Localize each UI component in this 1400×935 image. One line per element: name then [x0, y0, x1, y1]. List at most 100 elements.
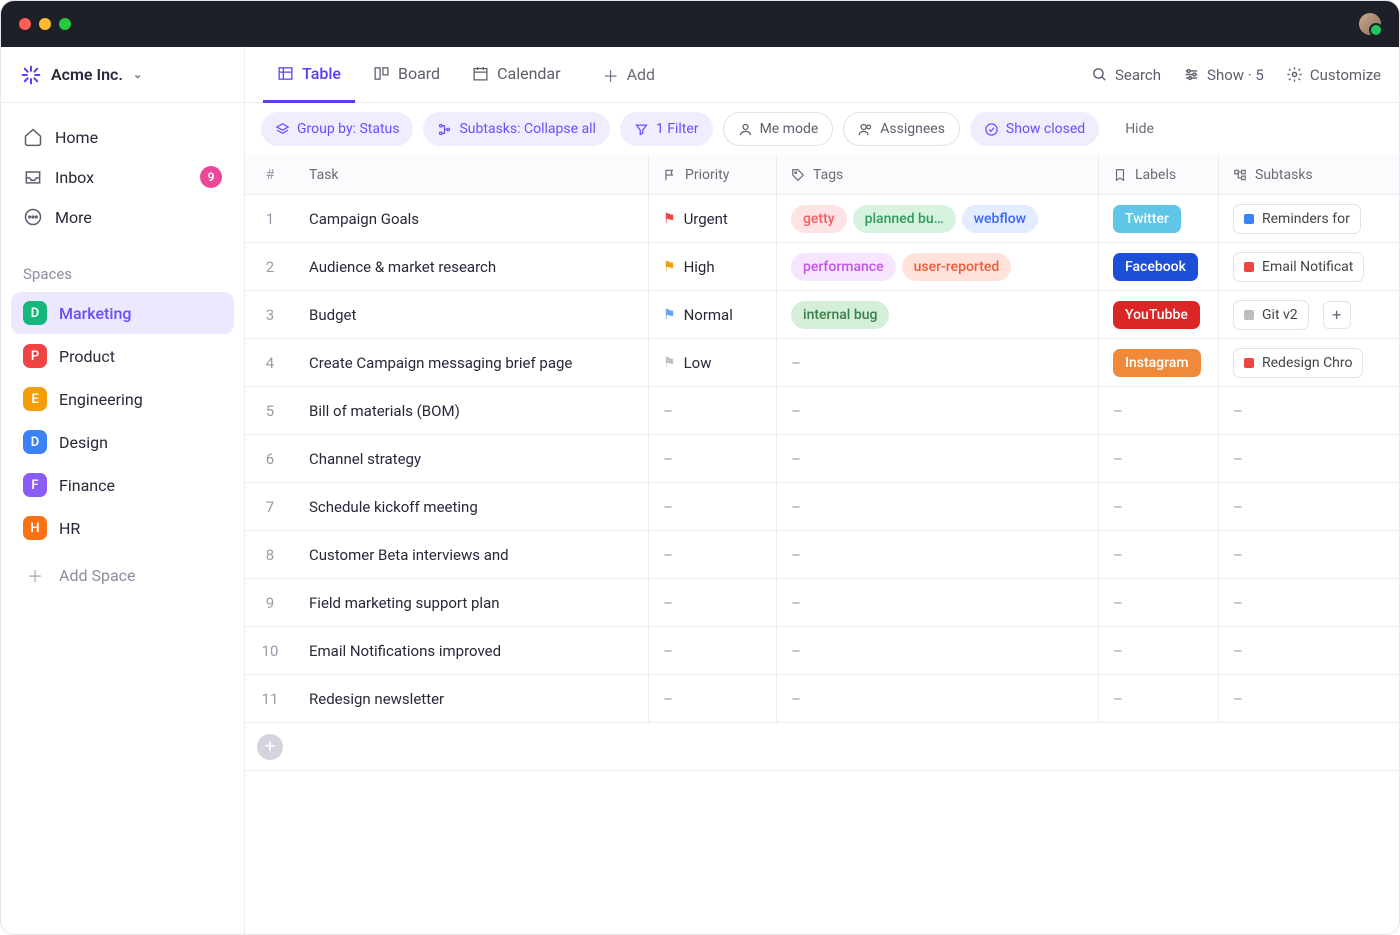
tag[interactable]: performance: [791, 253, 896, 281]
assignees-pill[interactable]: Assignees: [843, 112, 960, 146]
tags-cell[interactable]: –: [777, 387, 1099, 434]
space-item-marketing[interactable]: DMarketing: [11, 292, 234, 334]
tab-board[interactable]: Board: [359, 47, 454, 103]
priority-cell[interactable]: –: [649, 483, 777, 530]
tag[interactable]: planned bu…: [853, 205, 956, 233]
priority-cell[interactable]: –: [649, 579, 777, 626]
col-task[interactable]: Task: [295, 155, 649, 194]
table-row[interactable]: 1Campaign Goals⚑Urgentgetty planned bu… …: [245, 195, 1399, 243]
group-by-pill[interactable]: Group by: Status: [261, 112, 413, 146]
labels-cell[interactable]: –: [1099, 483, 1219, 530]
tag[interactable]: getty: [791, 205, 847, 233]
subtask-chip[interactable]: Git v2: [1233, 300, 1309, 330]
table-row[interactable]: 2Audience & market research⚑Highperforma…: [245, 243, 1399, 291]
labels-cell[interactable]: YouTubbe: [1099, 291, 1219, 338]
table-row[interactable]: 7Schedule kickoff meeting––––: [245, 483, 1399, 531]
subtasks-cell[interactable]: –: [1219, 675, 1399, 722]
labels-cell[interactable]: –: [1099, 675, 1219, 722]
task-name[interactable]: Redesign newsletter: [295, 675, 649, 722]
add-subtask-button[interactable]: +: [1323, 301, 1351, 329]
space-item-hr[interactable]: HHR: [11, 507, 234, 549]
tags-cell[interactable]: –: [777, 531, 1099, 578]
tags-cell[interactable]: –: [777, 435, 1099, 482]
col-labels[interactable]: Labels: [1099, 155, 1219, 194]
table-row[interactable]: 9Field marketing support plan––––: [245, 579, 1399, 627]
task-name[interactable]: Field marketing support plan: [295, 579, 649, 626]
subtask-chip[interactable]: Reminders for: [1233, 204, 1361, 234]
customize-button[interactable]: Customize: [1286, 66, 1381, 84]
tags-cell[interactable]: –: [777, 483, 1099, 530]
tags-cell[interactable]: performance user-reported: [777, 243, 1099, 290]
task-name[interactable]: Budget: [295, 291, 649, 338]
labels-cell[interactable]: Instagram: [1099, 339, 1219, 386]
priority-cell[interactable]: ⚑High: [649, 243, 777, 290]
subtasks-cell[interactable]: Redesign Chro: [1219, 339, 1399, 386]
subtasks-cell[interactable]: –: [1219, 531, 1399, 578]
tag[interactable]: webflow: [962, 205, 1038, 233]
col-num[interactable]: #: [245, 155, 295, 194]
priority-cell[interactable]: ⚑Urgent: [649, 195, 777, 242]
tags-cell[interactable]: internal bug: [777, 291, 1099, 338]
show-closed-pill[interactable]: Show closed: [970, 112, 1099, 146]
col-subtasks[interactable]: Subtasks: [1219, 155, 1399, 194]
col-priority[interactable]: Priority: [649, 155, 777, 194]
label-badge[interactable]: Instagram: [1113, 349, 1201, 377]
table-row[interactable]: 6Channel strategy––––: [245, 435, 1399, 483]
search-button[interactable]: Search: [1091, 66, 1161, 84]
tab-calendar[interactable]: Calendar: [458, 47, 574, 103]
label-badge[interactable]: Facebook: [1113, 253, 1198, 281]
labels-cell[interactable]: –: [1099, 435, 1219, 482]
task-name[interactable]: Channel strategy: [295, 435, 649, 482]
subtasks-cell[interactable]: Reminders for: [1219, 195, 1399, 242]
task-name[interactable]: Bill of materials (BOM): [295, 387, 649, 434]
minimize-window-button[interactable]: [39, 18, 51, 30]
labels-cell[interactable]: Facebook: [1099, 243, 1219, 290]
add-task-button[interactable]: +: [257, 734, 283, 760]
task-name[interactable]: Audience & market research: [295, 243, 649, 290]
close-window-button[interactable]: [19, 18, 31, 30]
subtasks-cell[interactable]: –: [1219, 579, 1399, 626]
table-row[interactable]: 11Redesign newsletter––––: [245, 675, 1399, 723]
priority-cell[interactable]: –: [649, 627, 777, 674]
subtasks-pill[interactable]: Subtasks: Collapse all: [423, 112, 609, 146]
label-badge[interactable]: Twitter: [1113, 205, 1181, 233]
tags-cell[interactable]: –: [777, 675, 1099, 722]
tag[interactable]: user-reported: [902, 253, 1012, 281]
task-name[interactable]: Campaign Goals: [295, 195, 649, 242]
task-name[interactable]: Create Campaign messaging brief page: [295, 339, 649, 386]
labels-cell[interactable]: –: [1099, 627, 1219, 674]
tag[interactable]: internal bug: [791, 301, 889, 329]
priority-cell[interactable]: ⚑Low: [649, 339, 777, 386]
space-item-product[interactable]: PProduct: [11, 335, 234, 377]
tags-cell[interactable]: –: [777, 627, 1099, 674]
label-badge[interactable]: YouTubbe: [1113, 301, 1200, 329]
subtasks-cell[interactable]: –: [1219, 435, 1399, 482]
user-avatar[interactable]: [1359, 13, 1381, 35]
tags-cell[interactable]: getty planned bu… webflow: [777, 195, 1099, 242]
nav-home[interactable]: Home: [11, 117, 234, 157]
maximize-window-button[interactable]: [59, 18, 71, 30]
priority-cell[interactable]: ⚑Normal: [649, 291, 777, 338]
nav-inbox[interactable]: Inbox 9: [11, 157, 234, 197]
subtasks-cell[interactable]: Git v2 +: [1219, 291, 1399, 338]
subtask-chip[interactable]: Redesign Chro: [1233, 348, 1363, 378]
nav-more[interactable]: More: [11, 197, 234, 237]
subtasks-cell[interactable]: Email Notificat: [1219, 243, 1399, 290]
space-item-engineering[interactable]: EEngineering: [11, 378, 234, 420]
task-name[interactable]: Schedule kickoff meeting: [295, 483, 649, 530]
me-mode-pill[interactable]: Me mode: [723, 112, 834, 146]
subtasks-cell[interactable]: –: [1219, 627, 1399, 674]
table-row[interactable]: 10Email Notifications improved––––: [245, 627, 1399, 675]
table-row[interactable]: 5Bill of materials (BOM)––––: [245, 387, 1399, 435]
tab-table[interactable]: Table: [263, 47, 355, 103]
subtasks-cell[interactable]: –: [1219, 483, 1399, 530]
table-row[interactable]: 3Budget⚑Normalinternal bugYouTubbeGit v2…: [245, 291, 1399, 339]
labels-cell[interactable]: –: [1099, 387, 1219, 434]
filter-pill[interactable]: 1 Filter: [620, 112, 713, 146]
tags-cell[interactable]: –: [777, 579, 1099, 626]
col-tags[interactable]: Tags: [777, 155, 1099, 194]
task-name[interactable]: Email Notifications improved: [295, 627, 649, 674]
subtask-chip[interactable]: Email Notificat: [1233, 252, 1364, 282]
workspace-switcher[interactable]: Acme Inc. ⌄: [1, 47, 244, 103]
priority-cell[interactable]: –: [649, 387, 777, 434]
